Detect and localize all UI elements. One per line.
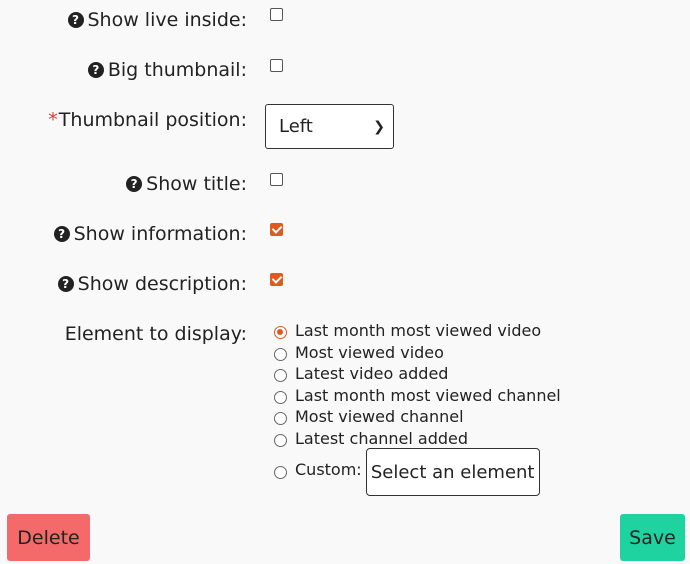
select-element-button[interactable]: Select an element — [365, 448, 540, 496]
radio-button[interactable] — [274, 390, 287, 404]
radio-option[interactable]: Most viewed video — [274, 342, 561, 364]
custom-radio-button[interactable] — [274, 465, 287, 479]
help-icon[interactable]: ? — [126, 176, 143, 192]
help-icon[interactable]: ? — [67, 12, 84, 28]
big-thumbnail-checkbox[interactable] — [270, 59, 283, 72]
chevron-down-icon: ❯ — [373, 118, 385, 135]
radio-button[interactable] — [274, 433, 287, 447]
element-to-display-radio-group: Last month most viewed video Most viewed… — [274, 320, 561, 449]
required-marker: * — [48, 109, 58, 131]
show-live-inside-checkbox[interactable] — [270, 8, 283, 21]
radio-option[interactable]: Last month most viewed video — [274, 320, 561, 342]
show-title-checkbox[interactable] — [270, 173, 283, 186]
radio-option[interactable]: Latest channel added — [274, 428, 561, 450]
show-description-label: ? Show description: — [57, 272, 247, 296]
element-to-display-label: Element to display: — [64, 323, 247, 345]
big-thumbnail-label: ? Big thumbnail: — [87, 58, 247, 82]
save-button[interactable]: Save — [620, 514, 685, 561]
thumbnail-position-value: Left — [279, 116, 313, 137]
show-information-label: ? Show information: — [53, 222, 247, 246]
help-icon[interactable]: ? — [87, 62, 104, 78]
show-information-checkbox[interactable] — [270, 223, 283, 236]
radio-button[interactable] — [274, 347, 287, 361]
thumbnail-position-label: * Thumbnail position: — [48, 109, 247, 131]
help-icon[interactable]: ? — [57, 276, 74, 292]
radio-option[interactable]: Latest video added — [274, 363, 561, 385]
radio-button[interactable] — [274, 369, 287, 383]
radio-button[interactable] — [274, 326, 287, 340]
help-icon[interactable]: ? — [53, 226, 70, 242]
show-title-label: ? Show title: — [126, 172, 247, 196]
custom-label: Custom: — [295, 460, 362, 479]
radio-option[interactable]: Most viewed channel — [274, 406, 561, 428]
radio-option[interactable]: Last month most viewed channel — [274, 385, 561, 407]
custom-option: Custom: Select an element — [274, 448, 540, 496]
radio-button[interactable] — [274, 412, 287, 426]
show-live-inside-label: ? Show live inside: — [67, 8, 247, 32]
show-description-checkbox[interactable] — [270, 273, 283, 286]
delete-button[interactable]: Delete — [7, 514, 90, 561]
thumbnail-position-select[interactable]: Left ❯ — [265, 104, 394, 149]
